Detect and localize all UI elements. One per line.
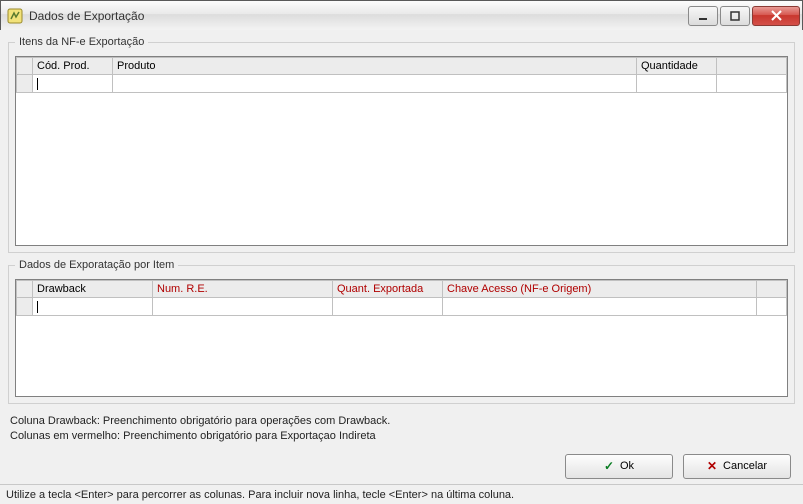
cell-chave-acesso[interactable] (443, 298, 757, 316)
col-spacer (717, 58, 787, 75)
row-selector[interactable] (17, 298, 33, 316)
window-controls (688, 6, 800, 26)
caret-icon (37, 78, 38, 90)
cell-cod-prod[interactable] (33, 75, 113, 93)
cell-quantidade[interactable] (637, 75, 717, 93)
caret-icon (37, 301, 38, 313)
check-icon: ✓ (604, 459, 614, 473)
cancel-button[interactable]: ✕ Cancelar (683, 454, 791, 479)
col-drawback[interactable]: Drawback (33, 281, 153, 298)
grid-itens-header: Cód. Prod. Produto Quantidade (17, 58, 787, 75)
minimize-icon (698, 11, 708, 21)
x-icon: ✕ (707, 459, 717, 473)
minimize-button[interactable] (688, 6, 718, 26)
hint-line-1: Coluna Drawback: Preenchimento obrigatór… (10, 414, 793, 429)
col-quantidade[interactable]: Quantidade (637, 58, 717, 75)
cell-produto[interactable] (113, 75, 637, 93)
col-cod-prod[interactable]: Cód. Prod. (33, 58, 113, 75)
cell-drawback[interactable] (33, 298, 153, 316)
cancel-button-label: Cancelar (723, 460, 767, 472)
grid-itens[interactable]: Cód. Prod. Produto Quantidade (15, 56, 788, 246)
col-spacer (757, 281, 787, 298)
maximize-icon (730, 11, 740, 21)
group-itens-legend: Itens da NF-e Exportação (15, 36, 148, 48)
grid-itens-empty (17, 93, 787, 243)
col-quant-exportada[interactable]: Quant. Exportada (333, 281, 443, 298)
col-chave-acesso[interactable]: Chave Acesso (NF-e Origem) (443, 281, 757, 298)
group-dados-item-legend: Dados de Exporatação por Item (15, 259, 178, 271)
col-num-re[interactable]: Num. R.E. (153, 281, 333, 298)
table-row[interactable] (17, 298, 787, 316)
window-title: Dados de Exportação (29, 9, 688, 23)
button-row: ✓ Ok ✕ Cancelar (8, 446, 795, 483)
ok-button-label: Ok (620, 460, 634, 472)
grid-dados-empty (17, 316, 787, 396)
statusbar-text: Utilize a tecla <Enter> para percorrer a… (6, 489, 514, 501)
cell-spacer (757, 298, 787, 316)
group-itens-nfe: Itens da NF-e Exportação Cód. Prod. Prod… (8, 36, 795, 253)
maximize-button[interactable] (720, 6, 750, 26)
grid-dados-header: Drawback Num. R.E. Quant. Exportada Chav… (17, 281, 787, 298)
cell-num-re[interactable] (153, 298, 333, 316)
grid-dados-item[interactable]: Drawback Num. R.E. Quant. Exportada Chav… (15, 279, 788, 397)
titlebar: Dados de Exportação (1, 1, 802, 31)
table-row[interactable] (17, 75, 787, 93)
close-icon (771, 10, 782, 21)
app-icon (7, 8, 23, 24)
close-button[interactable] (752, 6, 800, 26)
cell-spacer (717, 75, 787, 93)
statusbar: Utilize a tecla <Enter> para percorrer a… (0, 484, 803, 504)
row-selector[interactable] (17, 75, 33, 93)
ok-button[interactable]: ✓ Ok (565, 454, 673, 479)
col-produto[interactable]: Produto (113, 58, 637, 75)
group-dados-item: Dados de Exporatação por Item Drawback N… (8, 259, 795, 404)
hint-line-2: Colunas em vermelho: Preenchimento obrig… (10, 429, 793, 444)
row-selector-header (17, 58, 33, 75)
cell-quant-exportada[interactable] (333, 298, 443, 316)
client-area: Itens da NF-e Exportação Cód. Prod. Prod… (0, 30, 803, 484)
hints: Coluna Drawback: Preenchimento obrigatór… (8, 410, 795, 446)
row-selector-header (17, 281, 33, 298)
